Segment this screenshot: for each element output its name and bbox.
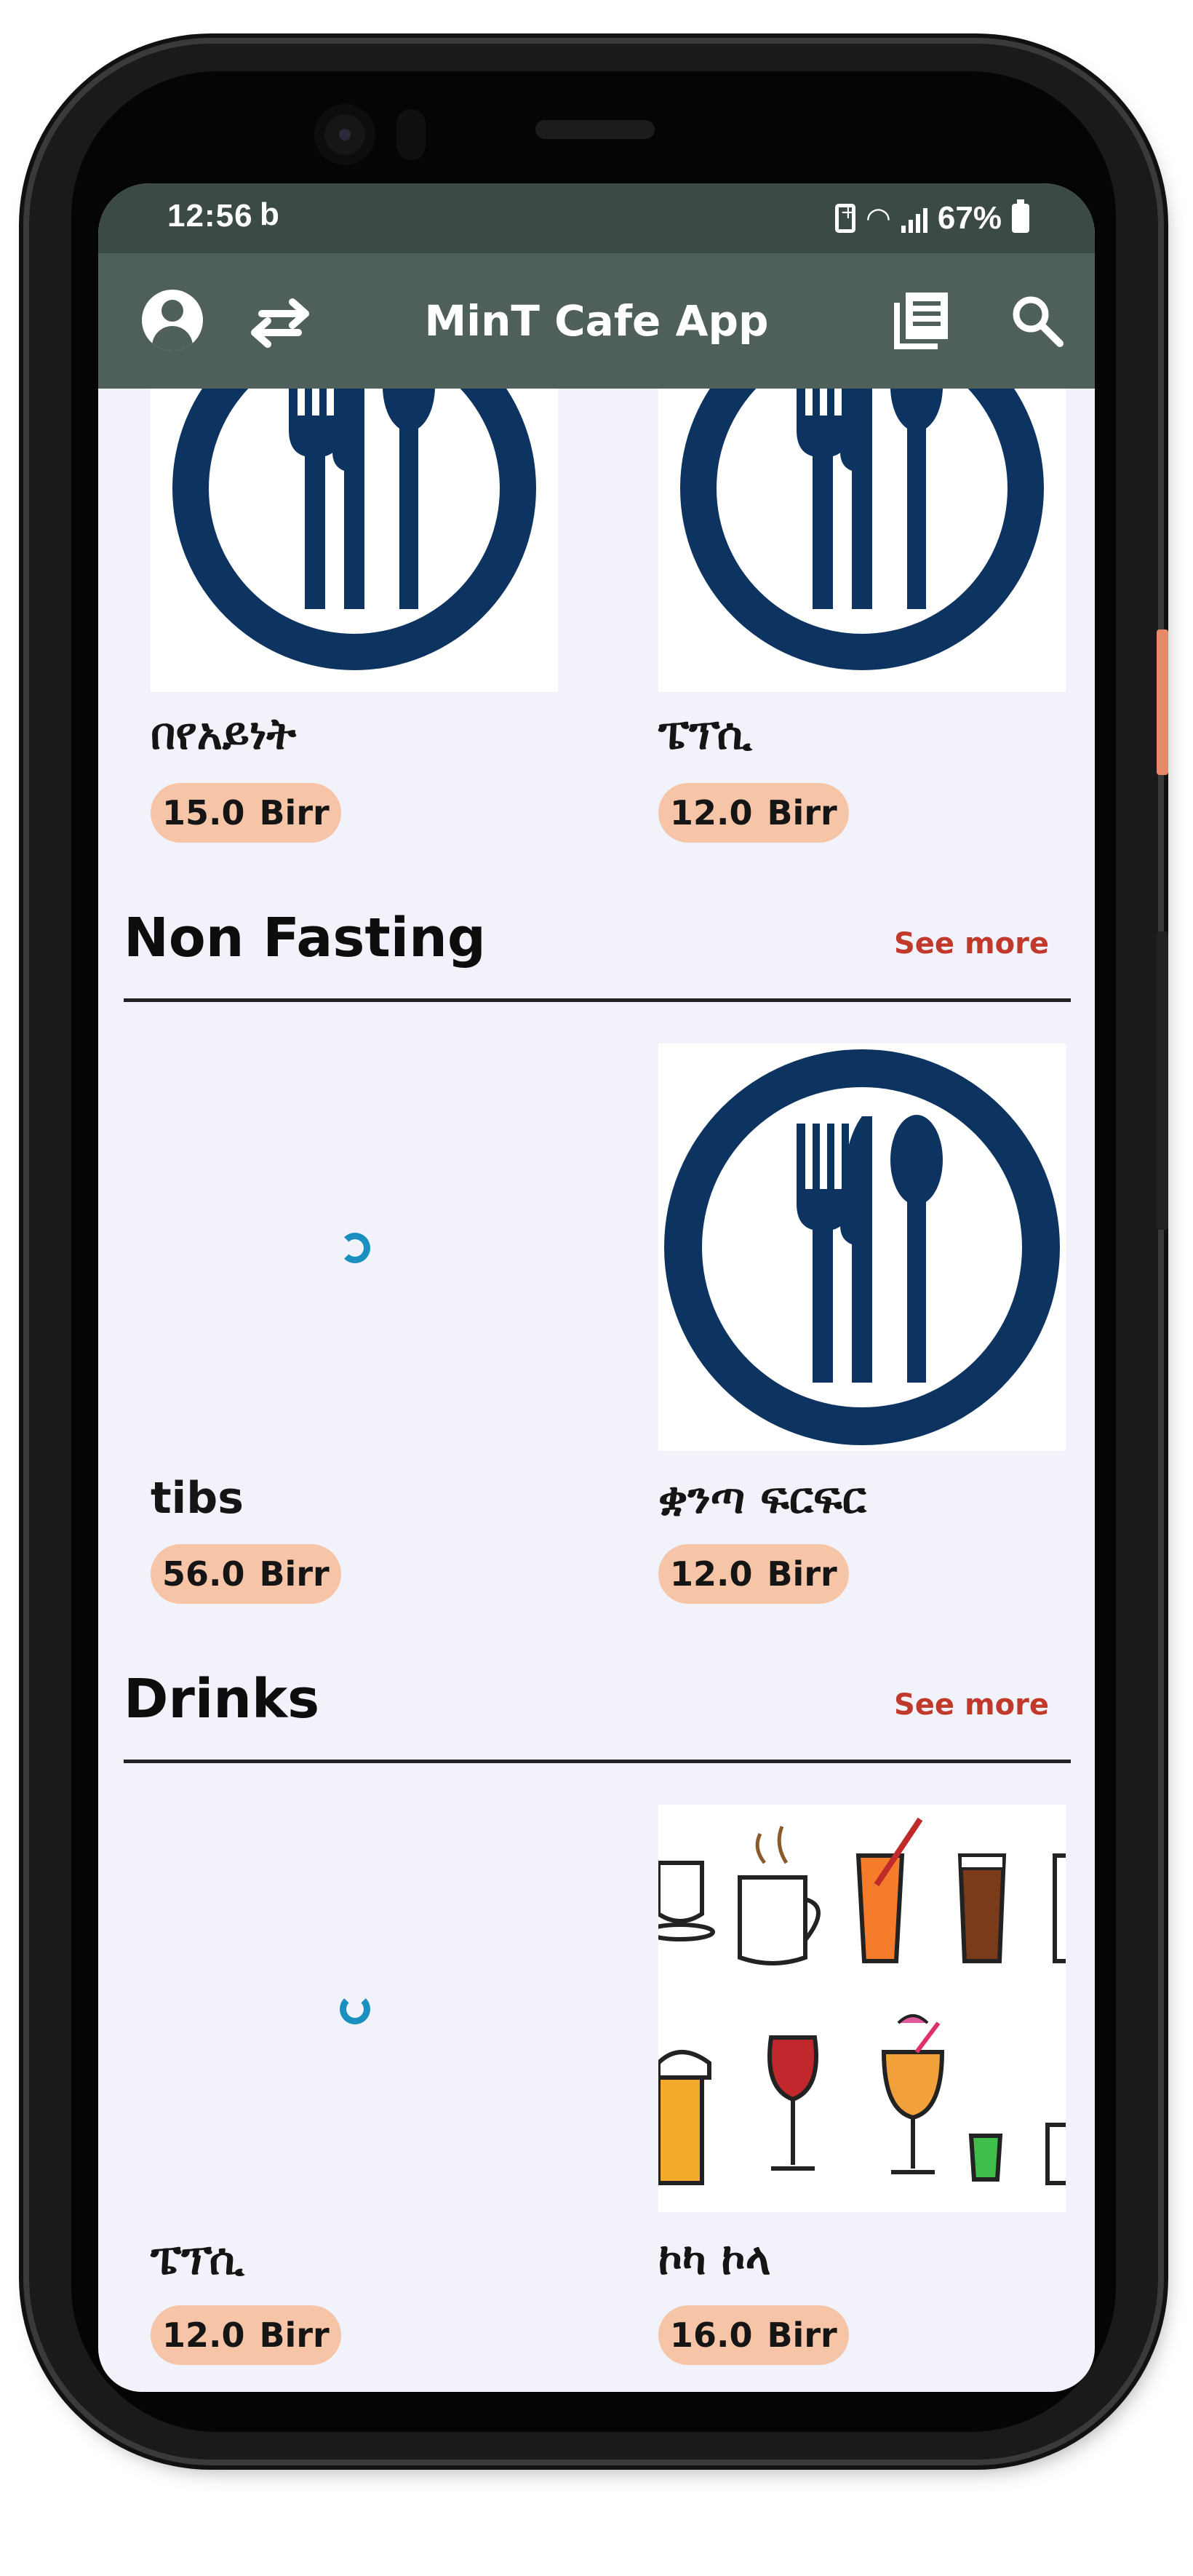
item-price: 12.0 Birr — [658, 1544, 849, 1604]
search-icon[interactable] — [1010, 294, 1064, 348]
bing-icon: b — [260, 196, 279, 232]
price-value: 12.0 — [162, 2315, 245, 2355]
see-more-drinks-link[interactable]: See more — [894, 1688, 1049, 1722]
item-name: ቋንጣ ፍርፍር — [658, 1473, 866, 1524]
section-title-non-fasting: Non Fasting — [124, 907, 486, 969]
item-image — [151, 1043, 558, 1451]
menu-list-icon[interactable] — [891, 291, 949, 352]
currency-label: Birr — [259, 2315, 330, 2355]
item-price: 12.0 Birr — [658, 783, 849, 843]
power-button — [1157, 629, 1168, 775]
drinks-illustration-icon — [658, 1817, 1066, 2185]
loading-spinner-icon — [340, 1994, 370, 2024]
currency-label: Birr — [259, 793, 330, 832]
item-name: ፔፕሲ — [658, 709, 752, 760]
screen: 12:56 b ◠ 67% MinT Cafe App — [98, 183, 1095, 2392]
item-name: tibs — [151, 1473, 244, 1524]
earpiece-speaker — [535, 120, 655, 139]
currency-label: Birr — [767, 1554, 837, 1594]
item-price: 15.0 Birr — [151, 783, 341, 843]
wifi-icon: ◠ — [866, 202, 891, 235]
price-value: 15.0 — [162, 793, 245, 832]
plate-utensils-icon — [664, 1049, 1060, 1445]
item-price: 16.0 Birr — [658, 2305, 849, 2365]
item-price: 56.0 Birr — [151, 1544, 341, 1604]
plate-utensils-icon — [680, 389, 1044, 670]
section-divider — [124, 998, 1071, 1002]
menu-content[interactable]: በየአይነት 15.0 Birr ፔፕሲ 12.0 Birr Non Fasting… — [98, 389, 1095, 2392]
loading-spinner-icon — [340, 1233, 370, 1263]
status-indicators: ◠ 67% — [835, 196, 1029, 240]
price-value: 12.0 — [670, 1554, 753, 1594]
battery-percent: 67% — [937, 200, 1002, 236]
item-image — [151, 389, 558, 692]
price-value: 16.0 — [670, 2315, 753, 2355]
app-bar: MinT Cafe App — [98, 253, 1095, 389]
see-more-non-fasting-link[interactable]: See more — [894, 927, 1049, 961]
item-price: 12.0 Birr — [151, 2305, 341, 2365]
signal-icon — [901, 204, 927, 233]
status-bar: 12:56 b ◠ 67% — [98, 183, 1095, 253]
price-value: 12.0 — [670, 793, 753, 832]
section-divider — [124, 1760, 1071, 1763]
currency-label: Birr — [259, 1554, 330, 1594]
currency-label: Birr — [767, 793, 837, 832]
item-image — [658, 389, 1066, 692]
plate-utensils-icon — [172, 389, 536, 670]
currency-label: Birr — [767, 2315, 837, 2355]
item-image — [658, 1043, 1066, 1451]
battery-saver-icon — [835, 202, 856, 233]
front-camera — [314, 104, 375, 165]
battery-icon — [1012, 199, 1029, 233]
volume-button — [1157, 931, 1168, 1230]
proximity-sensor — [396, 109, 426, 160]
item-image — [151, 1805, 558, 2212]
price-value: 56.0 — [162, 1554, 245, 1594]
status-time: 12:56 — [167, 198, 253, 234]
item-name: ፔፕሲ — [151, 2234, 244, 2285]
item-name: በየአይነት — [151, 709, 297, 760]
item-image — [658, 1805, 1066, 2212]
section-title-drinks: Drinks — [124, 1668, 320, 1730]
item-name: ኮካ ኮላ — [658, 2234, 771, 2285]
